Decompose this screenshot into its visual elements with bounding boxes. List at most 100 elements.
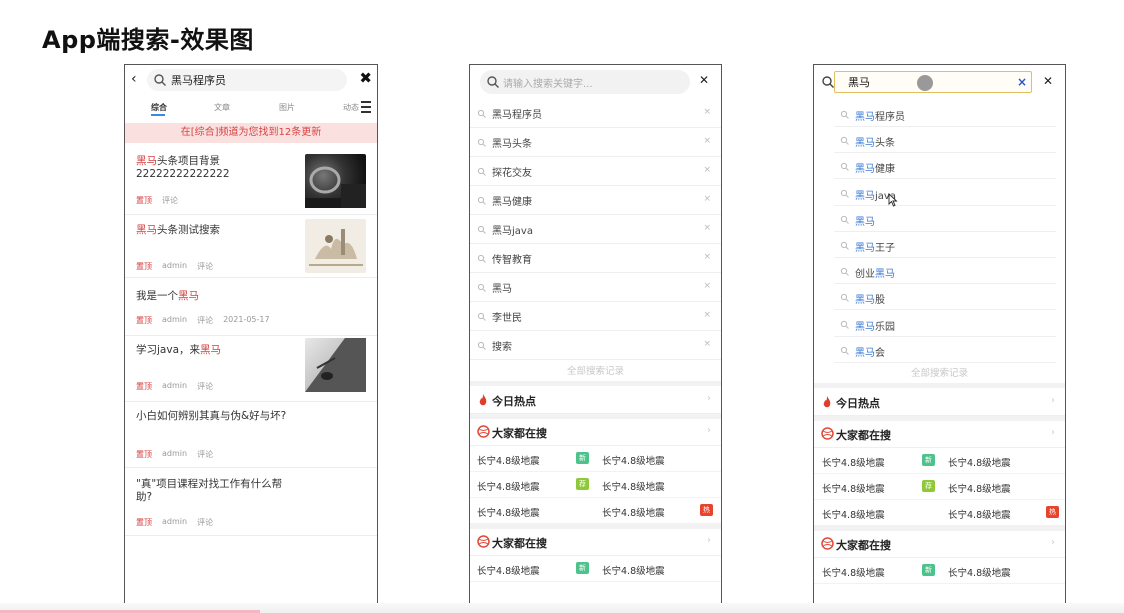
suggestion-item[interactable]: 创业黑马 — [834, 258, 1056, 285]
menu-icon[interactable] — [361, 101, 371, 113]
clear-input-icon[interactable]: × — [1017, 75, 1027, 89]
tab-images[interactable]: 图片 — [279, 102, 295, 113]
comment-label: 评论 — [197, 450, 214, 459]
suggestion-item[interactable]: 黑马java — [834, 180, 1056, 206]
history-item[interactable]: 黑马健康 × — [470, 186, 721, 215]
trending-item[interactable]: 长宁4.8级地震 — [822, 481, 885, 495]
trending-item[interactable]: 长宁4.8级地震 — [948, 455, 1011, 469]
search-icon — [477, 311, 486, 321]
delete-history-icon[interactable]: × — [703, 281, 711, 291]
trending-item[interactable]: 长宁4.8级地震 — [602, 479, 665, 493]
article-title: "真"项目课程对找工作有什么帮助? — [136, 478, 283, 503]
hot-today-header[interactable]: 今日热点 › — [814, 388, 1065, 416]
all-history-link[interactable]: 全部搜索记录 — [470, 363, 721, 377]
article-item[interactable]: "真"项目课程对找工作有什么帮助? 置顶 admin 评论 — [125, 468, 377, 536]
trending-item[interactable]: 长宁4.8级地震 — [477, 453, 540, 467]
delete-history-icon[interactable]: × — [703, 107, 711, 117]
trending-item[interactable]: 长宁4.8级地震 — [477, 563, 540, 577]
suggestion-item[interactable]: 黑马程序员 — [834, 101, 1056, 127]
everyone-searching-header[interactable]: 大家都在搜 › — [470, 528, 721, 556]
back-arrow-icon[interactable]: ‹ — [131, 71, 137, 87]
basketball-icon — [821, 427, 834, 441]
history-item[interactable]: 黑马 × — [470, 273, 721, 302]
delete-history-icon[interactable]: × — [703, 310, 711, 320]
delete-history-icon[interactable]: × — [703, 165, 711, 175]
history-item[interactable]: 黑马java × — [470, 215, 721, 244]
everyone-searching-header[interactable]: 大家都在搜 › — [814, 530, 1065, 558]
search-query[interactable]: 黑马程序员 — [171, 72, 226, 88]
search-icon — [840, 214, 849, 224]
hot-today-header[interactable]: 今日热点 › — [470, 386, 721, 414]
search-box[interactable]: 请输入搜索关键字... — [480, 70, 690, 94]
search-icon — [477, 195, 486, 205]
badge-recommended: 荐 — [922, 480, 935, 492]
suggestion-item[interactable]: 黑马乐园 — [834, 311, 1056, 337]
delete-history-icon[interactable]: × — [703, 136, 711, 146]
tab-comprehensive[interactable]: 综合 — [151, 102, 167, 113]
trending-item[interactable]: 长宁4.8级地震 — [948, 565, 1011, 579]
history-label: 探花交友 — [492, 168, 532, 179]
search-icon — [477, 253, 486, 263]
search-icon — [840, 292, 849, 303]
search-icon — [153, 73, 167, 87]
history-item[interactable]: 李世民 × — [470, 302, 721, 331]
suggestion-item[interactable]: 黑马健康 — [834, 153, 1056, 180]
history-label: 黑马健康 — [492, 197, 532, 208]
delete-history-icon[interactable]: × — [703, 339, 711, 349]
search-placeholder[interactable]: 请输入搜索关键字... — [503, 75, 593, 90]
trending-item[interactable]: 长宁4.8级地震 — [822, 455, 885, 469]
history-item[interactable]: 探花交友 × — [470, 157, 721, 186]
trending-item[interactable]: 长宁4.8级地震 — [602, 453, 665, 467]
trending-item[interactable]: 长宁4.8级地震 — [948, 481, 1011, 495]
search-icon — [840, 135, 849, 146]
close-icon[interactable]: ✖ — [359, 69, 372, 87]
everyone-searching-header[interactable]: 大家都在搜 › — [814, 420, 1065, 448]
close-icon[interactable]: ✕ — [1043, 74, 1053, 88]
search-input-value[interactable]: 黑马 — [848, 74, 870, 90]
all-history-link[interactable]: 全部搜索记录 — [814, 365, 1065, 379]
search-icon — [840, 319, 849, 329]
active-tab-indicator — [151, 114, 165, 116]
trending-item[interactable]: 长宁4.8级地震 — [477, 505, 540, 519]
suggestion-item[interactable]: 黑马股 — [834, 284, 1056, 311]
article-item[interactable]: 我是一个黑马 置顶 admin 评论 2021-05-17 — [125, 278, 377, 336]
tab-articles[interactable]: 文章 — [214, 102, 230, 113]
trending-item[interactable]: 长宁4.8级地震 — [822, 565, 885, 579]
article-item[interactable]: 小白如何辨别其真与伪&好与坏? 置顶 admin 评论 — [125, 402, 377, 468]
suggestion-item[interactable]: 黑马会 — [834, 337, 1056, 363]
author-label: admin — [162, 315, 188, 324]
search-box[interactable]: 黑马程序员 — [147, 69, 347, 91]
suggestion-item[interactable]: 黑马王子 — [834, 232, 1056, 258]
suggestion-label: 黑马股 — [855, 295, 885, 307]
everyone-searching-header[interactable]: 大家都在搜 › — [470, 418, 721, 446]
history-item[interactable]: 黑马头条 × — [470, 128, 721, 157]
delete-history-icon[interactable]: × — [703, 194, 711, 204]
history-item[interactable]: 搜索 × — [470, 331, 721, 360]
article-item[interactable]: 黑马头条项目背景 22222222222222 置顶 评论 — [125, 151, 377, 215]
search-input[interactable]: 黑马 × — [834, 71, 1032, 93]
delete-history-icon[interactable]: × — [703, 223, 711, 233]
chevron-right-icon: › — [707, 393, 711, 404]
everyone-searching-title: 大家都在搜 — [492, 427, 547, 440]
suggestion-item[interactable]: 黑马头条 — [834, 127, 1056, 154]
touch-cursor-indicator — [917, 75, 933, 91]
trending-item[interactable]: 长宁4.8级地震 — [822, 507, 885, 521]
trending-item[interactable]: 长宁4.8级地震 — [948, 507, 1011, 521]
history-item[interactable]: 传智教育 × — [470, 244, 721, 273]
trending-item[interactable]: 长宁4.8级地震 — [477, 479, 540, 493]
article-item[interactable]: 黑马头条测试搜索 置顶 admin 评论 — [125, 215, 377, 278]
search-icon — [840, 109, 849, 119]
trending-row: 长宁4.8级地震 长宁4.8级地震 热 — [814, 500, 1065, 526]
article-item[interactable]: 学习java，来黑马 置顶 admin 评论 — [125, 336, 377, 402]
trending-row: 长宁4.8级地震 长宁4.8级地震 热 — [470, 498, 721, 524]
trending-item[interactable]: 长宁4.8级地震 — [602, 505, 665, 519]
suggestion-label: 黑马程序员 — [855, 112, 905, 123]
trending-item[interactable]: 长宁4.8级地震 — [602, 563, 665, 577]
close-icon[interactable]: ✕ — [699, 73, 709, 87]
suggestion-item[interactable]: 黑马 — [834, 206, 1056, 232]
tab-dynamics[interactable]: 动态 — [343, 102, 359, 113]
delete-history-icon[interactable]: × — [703, 252, 711, 262]
everyone-searching-title: 大家都在搜 — [836, 539, 891, 552]
history-item[interactable]: 黑马程序员 × — [470, 99, 721, 128]
article-meta: 置顶 admin 评论 — [136, 381, 213, 392]
